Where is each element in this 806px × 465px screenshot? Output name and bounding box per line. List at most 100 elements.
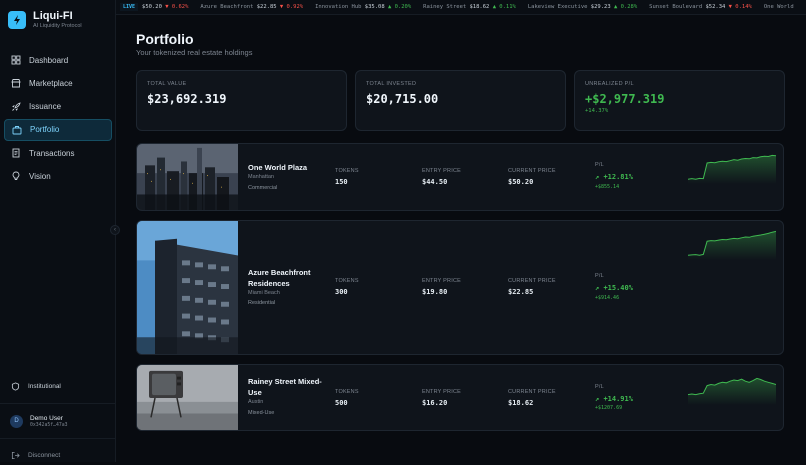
institutional-label: Institutional (28, 382, 61, 390)
property-name: Azure Beachfront Residences (248, 268, 311, 288)
tokens-label: TOKENS (335, 278, 359, 284)
tokens-value: 300 (335, 288, 348, 296)
property-image (137, 221, 238, 354)
ticker-name: Innovation Hub (315, 4, 365, 10)
logout-icon (11, 451, 20, 459)
briefcase-icon (12, 125, 22, 135)
sidebar-item-portfolio[interactable]: Portfolio (4, 118, 112, 141)
ticker-item: Sunset Boulevard $52.34 ▼ 0.14% (649, 4, 752, 10)
stat-label: UNREALIZED P/L (585, 81, 634, 87)
pl-amount: +$1207.69 (595, 405, 623, 411)
entry-price-label: ENTRY PRICE (422, 389, 461, 395)
ticker-item: Azure Beachfront $22.85 ▼ 0.92% (200, 4, 303, 10)
sidebar-item-vision[interactable]: Vision (4, 165, 112, 187)
sidebar-item-issuance[interactable]: Issuance (4, 96, 112, 118)
current-price-value: $18.62 (508, 399, 534, 407)
ticker-item: One World (764, 4, 794, 10)
ticker-price: $52.34 (705, 4, 729, 10)
entry-price-label: ENTRY PRICE (422, 278, 461, 284)
total-value-card: TOTAL VALUE $23,692.319 (136, 70, 347, 131)
entry-price-value: $19.80 (422, 288, 448, 296)
tokens-value: 500 (335, 399, 348, 407)
holding-card[interactable]: One World Plaza Manhattan Commercial TOK… (136, 143, 784, 211)
institutional-link[interactable]: Institutional (0, 375, 116, 397)
property-city: Miami Beach (248, 290, 280, 296)
ticker-price: $18.62 (469, 4, 493, 10)
holding-card[interactable]: Azure Beachfront Residences Miami Beach … (136, 220, 784, 355)
ticker-name: Azure Beachfront (200, 4, 257, 10)
unrealized-pl-card: UNREALIZED P/L +$2,977.319 +14.37% (574, 70, 785, 131)
pl-label: P/L (595, 162, 604, 168)
property-name: One World Plaza (248, 163, 308, 172)
divider (0, 438, 116, 439)
user-profile[interactable]: D Demo User 0x342a5f…47a3 (0, 410, 116, 432)
pl-percent-value: +14.91% (603, 395, 633, 403)
ticker-change: ▲ 0.20% (387, 4, 412, 10)
property-image (137, 365, 238, 430)
pl-amount: +$914.46 (595, 295, 620, 301)
ticker-change: ▲ 0.28% (613, 4, 638, 10)
sparkline-chart (688, 154, 776, 184)
sparkline-area (688, 378, 776, 405)
property-city: Austin (248, 399, 264, 405)
property-type: Mixed-Use (248, 410, 275, 416)
sidebar-item-label: Portfolio (30, 125, 60, 135)
live-badge: LIVE (120, 3, 139, 11)
sidebar-item-label: Vision (29, 171, 51, 181)
ticker-change: ▲ 0.11% (492, 4, 516, 10)
ticker-change: ▼ 0.62% (165, 4, 189, 10)
tokens-value: 150 (335, 178, 348, 186)
ticker-change: ▼ 0.14% (728, 4, 752, 10)
stat-label: TOTAL VALUE (147, 81, 187, 87)
sidebar-item-transactions[interactable]: Transactions (4, 142, 112, 164)
trending-up-icon: ↗ (595, 173, 600, 181)
ticker-price: $50.20 (142, 4, 166, 10)
sidebar-nav: Dashboard Marketplace Issuance Portfolio… (4, 49, 112, 189)
sparkline-area (688, 231, 776, 260)
sparkline-chart (688, 230, 776, 260)
brand[interactable]: Liqui-FI AI Liquidity Protocol (8, 10, 82, 30)
ticker-name: Sunset Boulevard (649, 4, 706, 10)
trending-up-icon: ↗ (595, 284, 600, 292)
holding-card[interactable]: Rainey Street Mixed-Use Austin Mixed-Use… (136, 364, 784, 431)
ticker-item: Lakeview Executive $29.23 ▲ 0.28% (528, 4, 637, 10)
entry-price-value: $16.20 (422, 399, 448, 407)
sidebar-item-dashboard[interactable]: Dashboard (4, 49, 112, 71)
main-content: Portfolio Your tokenized real estate hol… (116, 15, 806, 462)
ticker-name: One World (763, 4, 794, 10)
price-ticker: LIVE $50.20 ▼ 0.62% Azure Beachfront $22.… (116, 0, 806, 15)
lightbulb-icon (12, 172, 20, 181)
property-type: Residential (248, 300, 276, 306)
logo-icon (8, 11, 26, 29)
sidebar-item-label: Dashboard (29, 55, 69, 65)
sidebar-bottom: Institutional D Demo User 0x342a5f…47a3 … (0, 375, 116, 465)
stat-value: $23,692.319 (147, 92, 227, 106)
property-city: Manhattan (248, 174, 274, 180)
avatar: D (10, 414, 23, 428)
pl-label: P/L (595, 384, 604, 390)
ticker-change: ▼ 0.92% (279, 4, 304, 10)
total-invested-card: TOTAL INVESTED $20,715.00 (355, 70, 566, 131)
page-title: Portfolio (136, 31, 194, 47)
disconnect-label: Disconnect (28, 451, 61, 459)
store-icon (11, 79, 21, 88)
current-price-label: CURRENT PRICE (508, 278, 556, 284)
stat-change: +14.37% (585, 108, 609, 114)
pl-percent-value: +15.40% (603, 284, 633, 292)
current-price-value: $22.85 (508, 288, 534, 296)
pl-percent: ↗ +12.81% (595, 173, 633, 181)
property-name: Rainey Street Mixed-Use (248, 377, 322, 397)
current-price-label: CURRENT PRICE (508, 168, 556, 174)
page-subtitle: Your tokenized real estate holdings (136, 48, 253, 57)
sidebar-item-marketplace[interactable]: Marketplace (4, 72, 112, 94)
pl-percent: ↗ +14.91% (595, 395, 633, 403)
sidebar-item-label: Marketplace (29, 78, 73, 88)
sparkline-chart (688, 377, 776, 405)
ticker-item: Rainey Street $18.62 ▲ 0.11% (423, 4, 516, 10)
disconnect-button[interactable]: Disconnect (0, 445, 116, 465)
property-image (137, 144, 238, 210)
pl-percent: ↗ +15.40% (595, 284, 633, 292)
trending-up-icon: ↗ (595, 395, 600, 403)
pl-percent-value: +12.81% (603, 173, 633, 181)
grid-icon (11, 55, 21, 65)
